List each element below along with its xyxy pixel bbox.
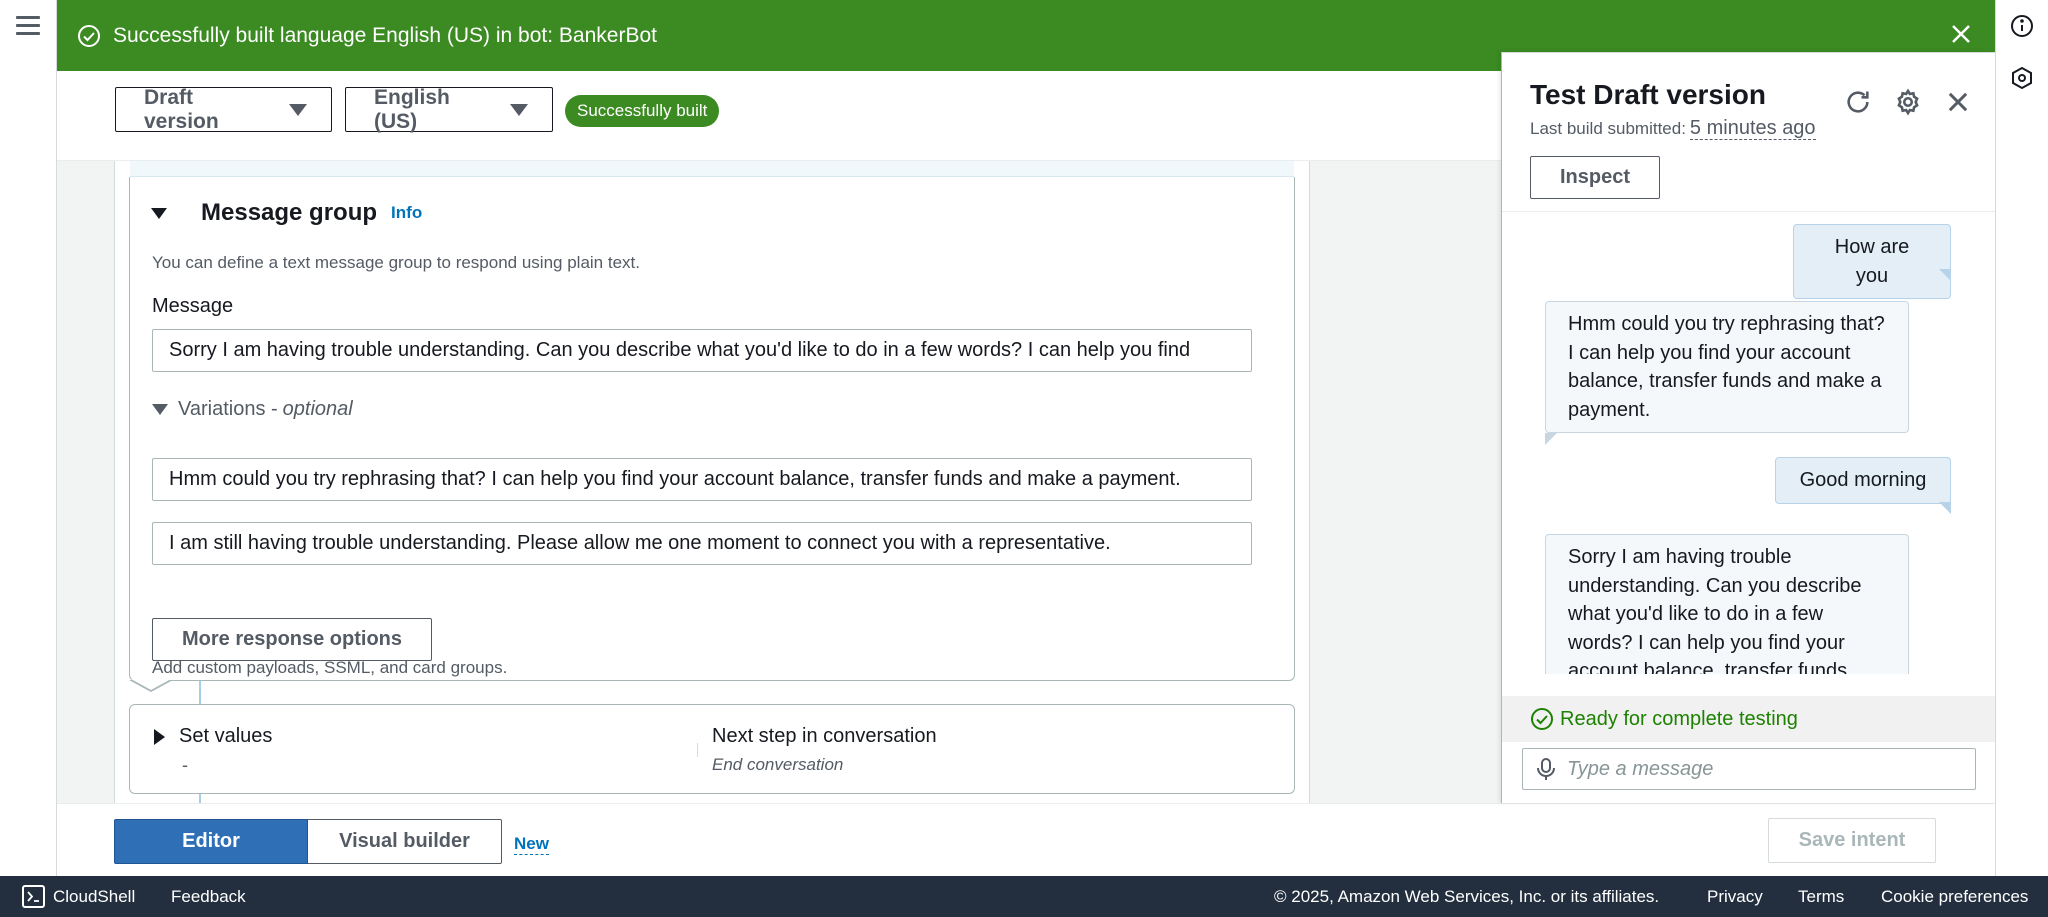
caret-down-icon — [510, 103, 528, 116]
info-link[interactable]: Info — [391, 203, 422, 223]
footer-feedback-link[interactable]: Feedback — [171, 887, 246, 907]
test-panel-title: Test Draft version — [1530, 79, 1766, 110]
caret-down-icon — [289, 103, 307, 116]
message-input[interactable]: Sorry I am having trouble understanding.… — [152, 329, 1252, 372]
tab-visual-builder[interactable]: Visual builder — [308, 819, 502, 864]
cloudshell-icon[interactable] — [22, 885, 45, 908]
chat-message-input[interactable]: Type a message — [1522, 748, 1976, 790]
expand-triangle-icon — [154, 728, 165, 745]
flow-connector — [199, 681, 201, 704]
bubble-tail — [1545, 433, 1557, 445]
divider — [697, 743, 698, 757]
variation-input-2[interactable]: I am still having trouble understanding.… — [152, 522, 1252, 565]
gear-hex-icon[interactable] — [2010, 66, 2034, 90]
footer-terms-link[interactable]: Terms — [1798, 887, 1844, 907]
microphone-icon[interactable] — [1535, 757, 1557, 781]
right-rail — [1995, 0, 2048, 876]
bubble-tail — [1939, 502, 1951, 514]
header-toolbar: Draft version English (US) Successfully … — [57, 71, 1501, 161]
set-values-value: - — [182, 755, 188, 775]
gear-icon[interactable] — [1894, 88, 1922, 116]
ready-status-bar: Ready for complete testing — [1502, 696, 1995, 742]
flash-message: Successfully built language English (US)… — [113, 23, 657, 47]
check-circle-icon — [1531, 708, 1553, 730]
message-label: Message — [152, 295, 234, 317]
variations-label: Variations - — [178, 398, 278, 420]
test-panel: Test Draft version Last build submitted:… — [1501, 52, 1995, 803]
last-build-time[interactable]: 5 minutes ago — [1689, 117, 1816, 140]
refresh-icon[interactable] — [1844, 88, 1872, 116]
footer-copyright: © 2025, Amazon Web Services, Inc. or its… — [1274, 887, 1660, 906]
card-top-strip — [130, 161, 1294, 177]
next-step-label: Next step in conversation — [712, 725, 937, 747]
check-circle-icon — [78, 24, 100, 47]
footer: CloudShell Feedback © 2025, Amazon Web S… — [0, 876, 2048, 917]
close-icon[interactable] — [1944, 88, 1972, 116]
footer-cookie-preferences-link[interactable]: Cookie preferences — [1881, 887, 2028, 907]
bubble-tail — [1939, 269, 1951, 281]
set-values-label: Set values — [179, 725, 273, 747]
set-values-card: Set values - Next step in conversation E… — [129, 704, 1295, 794]
info-circle-icon[interactable] — [2010, 14, 2034, 38]
build-status-badge: Successfully built — [565, 95, 720, 127]
message-group-header[interactable]: Message group Info — [151, 199, 422, 227]
language-dropdown[interactable]: English (US) — [345, 85, 553, 133]
chat-input-placeholder: Type a message — [1567, 757, 1714, 780]
footer-privacy-link[interactable]: Privacy — [1707, 887, 1763, 907]
chat-message-bot: Hmm could you try rephrasing that? I can… — [1545, 301, 1909, 433]
new-badge-link[interactable]: New — [514, 834, 549, 855]
flow-connector — [199, 794, 201, 803]
message-group-description: You can define a text message group to r… — [152, 253, 640, 272]
last-build-label: Last build submitted: — [1530, 119, 1686, 138]
inspect-button[interactable]: Inspect — [1530, 156, 1660, 199]
chat-message-bot: Sorry I am having trouble understanding.… — [1545, 534, 1909, 674]
ready-status-text: Ready for complete testing — [1560, 707, 1798, 730]
close-icon[interactable] — [1949, 22, 1973, 46]
tab-editor[interactable]: Editor — [114, 819, 308, 864]
left-rail — [0, 0, 57, 876]
version-dropdown-label: Draft version — [144, 85, 219, 133]
message-group-card: Message group Info You can define a text… — [129, 177, 1295, 681]
version-dropdown[interactable]: Draft version — [115, 85, 332, 133]
variations-optional: optional — [282, 398, 353, 420]
message-group-title: Message group — [201, 199, 378, 226]
main-content: Message group Info You can define a text… — [57, 161, 1501, 803]
more-response-options-description: Add custom payloads, SSML, and card grou… — [152, 658, 508, 677]
save-intent-button[interactable]: Save intent — [1768, 818, 1936, 863]
language-dropdown-label: English (US) — [374, 85, 450, 133]
next-step-value: End conversation — [712, 755, 844, 774]
variations-toggle[interactable]: Variations - optional — [152, 398, 353, 421]
chat-message-user: Good morning — [1775, 457, 1951, 504]
hamburger-menu-icon[interactable] — [16, 16, 40, 36]
variation-input-1[interactable]: Hmm could you try rephrasing that? I can… — [152, 458, 1252, 501]
footer-cloudshell-link[interactable]: CloudShell — [53, 887, 135, 907]
last-build-info: Last build submitted: 5 minutes ago — [1530, 117, 1816, 140]
bottom-action-bar: Editor Visual builder New Save intent — [57, 803, 1995, 876]
more-response-options-button[interactable]: More response options — [152, 618, 432, 661]
collapse-triangle-icon — [152, 404, 168, 415]
card-tail-inner — [131, 679, 171, 690]
set-values-toggle[interactable]: Set values — [154, 725, 272, 748]
chat-message-user: How are you — [1793, 224, 1951, 299]
chat-transcript: How are you Hmm could you try rephrasing… — [1502, 212, 1995, 674]
collapse-triangle-icon[interactable] — [151, 207, 167, 219]
